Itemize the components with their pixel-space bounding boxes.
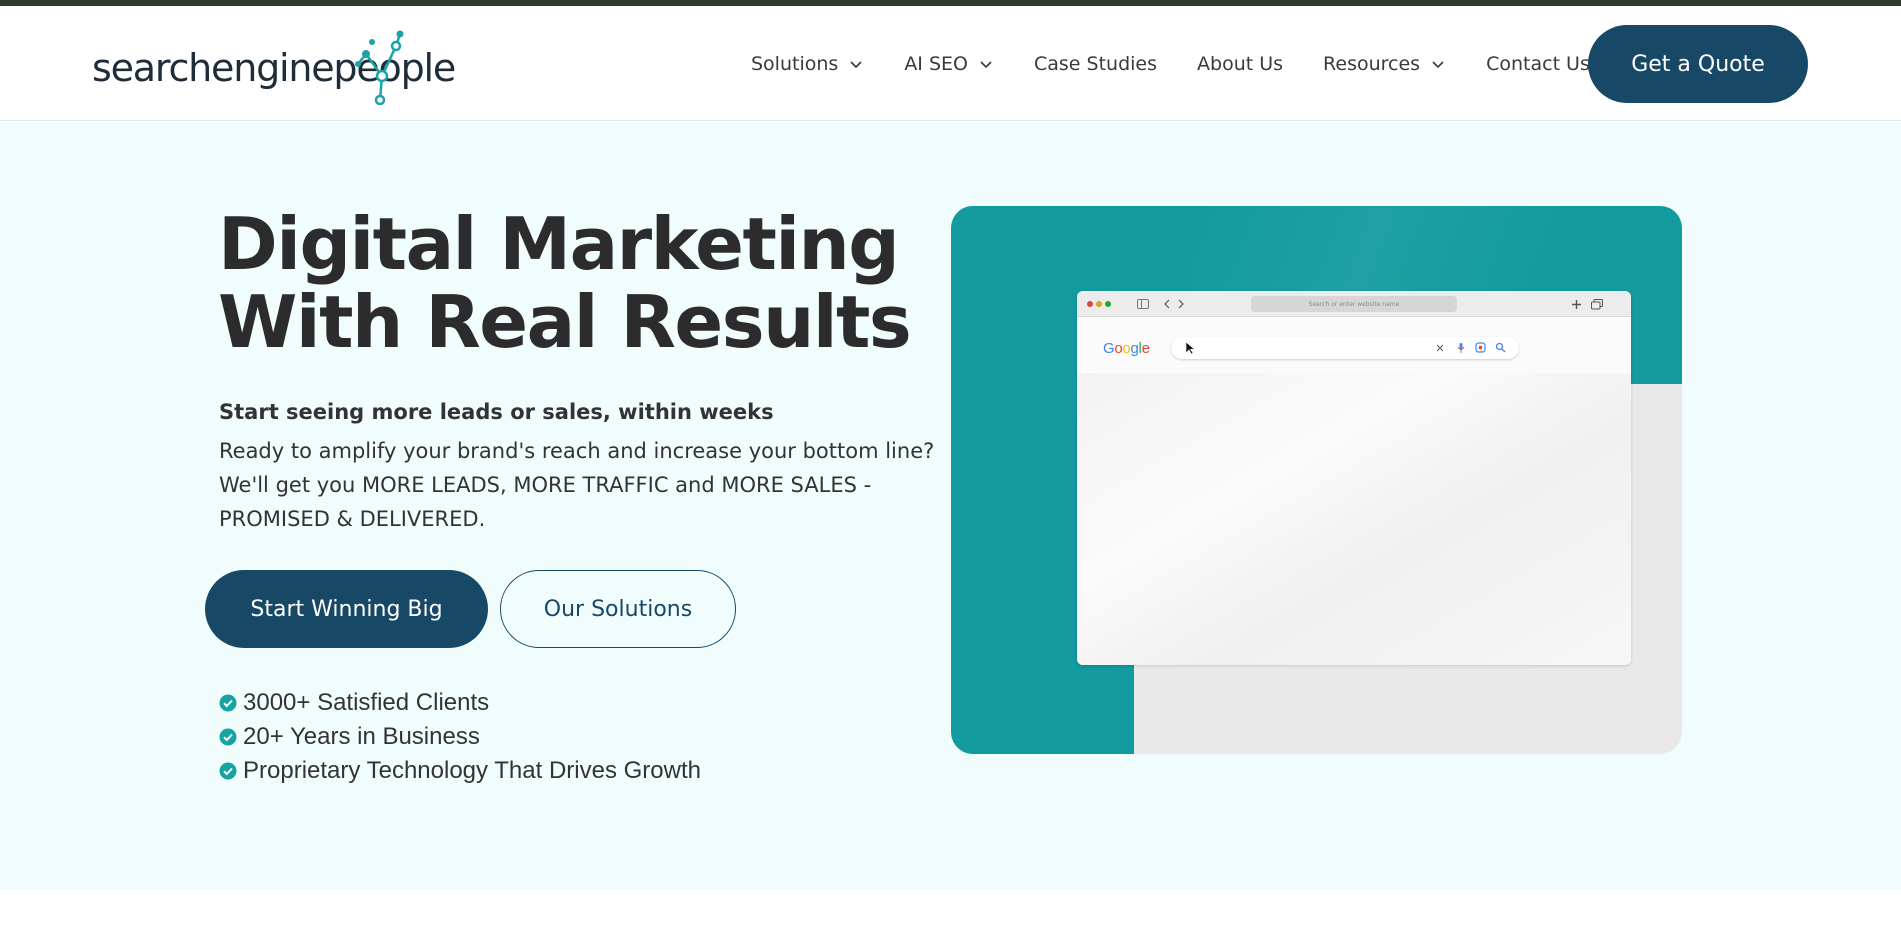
nav-item-label: Case Studies [1033, 52, 1158, 75]
hero-subheading: Start seeing more leads or sales, within… [219, 400, 774, 424]
minimize-dot-icon [1096, 301, 1102, 307]
nav-item-label: Resources [1323, 52, 1421, 75]
check-circle-icon [219, 762, 237, 780]
tabs-icon [1591, 299, 1603, 310]
nav-item-label: Solutions [751, 52, 839, 75]
nav-item-ai-seo[interactable]: AI SEO [904, 53, 994, 75]
chevron-down-icon [1432, 60, 1444, 68]
hero-section: Digital Marketing With Real Results Star… [0, 122, 1901, 889]
check-circle-icon [219, 694, 237, 712]
main-navigation: Solutions AI SEO Case Studies About Us R… [751, 6, 1630, 121]
hero-headline-bold: Digital Marketing [218, 202, 900, 286]
checklist-item-label: 20+ Years in Business [243, 723, 480, 750]
checklist-item-label: Proprietary Technology That Drives Growt… [243, 757, 701, 784]
clear-icon [1436, 344, 1444, 352]
chevron-down-icon [980, 60, 992, 68]
google-logo: Google [1103, 340, 1150, 357]
cursor-icon [1185, 341, 1196, 355]
start-winning-big-button[interactable]: Start Winning Big [205, 570, 488, 648]
nav-item-contact-us[interactable]: Contact Us [1486, 53, 1590, 75]
site-logo[interactable]: searchenginepeople [92, 28, 456, 108]
nav-item-about-us[interactable]: About Us [1197, 53, 1283, 75]
plus-icon [1572, 300, 1581, 309]
back-icon [1164, 299, 1170, 309]
search-results-header: Google [1077, 317, 1631, 373]
sidebar-icon [1137, 299, 1149, 309]
get-a-quote-button[interactable]: Get a Quote [1588, 25, 1808, 103]
site-header: searchenginepeople Solutions AI SEO Case… [0, 6, 1901, 121]
benefits-checklist: 3000+ Satisfied Clients 20+ Years in Bus… [219, 686, 701, 788]
maximize-dot-icon [1105, 301, 1111, 307]
lens-icon [1475, 342, 1486, 353]
address-bar: Search or enter website name [1251, 296, 1457, 312]
checklist-item-label: 3000+ Satisfied Clients [243, 689, 490, 716]
search-box [1171, 337, 1519, 359]
nav-item-case-studies[interactable]: Case Studies [1034, 53, 1157, 75]
nav-item-label: AI SEO [904, 52, 968, 75]
forward-icon [1178, 299, 1184, 309]
hero-media-card: Search or enter website name Google [951, 206, 1682, 754]
nav-item-resources[interactable]: Resources [1323, 53, 1446, 75]
page-below-fold [0, 889, 1901, 926]
search-icon [1495, 342, 1506, 353]
browser-mockup: Search or enter website name Google [1077, 291, 1631, 665]
nav-item-label: Contact Us [1486, 52, 1590, 75]
nav-item-solutions[interactable]: Solutions [751, 53, 864, 75]
hero-headline-light: With Real Results [218, 280, 912, 364]
nav-item-label: About Us [1197, 52, 1284, 75]
checklist-item: 3000+ Satisfied Clients [219, 686, 701, 720]
check-circle-icon [219, 728, 237, 746]
microphone-icon [1457, 343, 1465, 353]
close-dot-icon [1087, 301, 1093, 307]
hero-description: Ready to amplify your brand's reach and … [219, 439, 935, 531]
our-solutions-button[interactable]: Our Solutions [500, 570, 736, 648]
browser-content-area [1077, 373, 1631, 665]
checklist-item: Proprietary Technology That Drives Growt… [219, 754, 701, 788]
checklist-item: 20+ Years in Business [219, 720, 701, 754]
browser-toolbar: Search or enter website name [1077, 291, 1631, 317]
chevron-down-icon [850, 60, 862, 68]
molecule-network-logo-icon [355, 30, 404, 106]
